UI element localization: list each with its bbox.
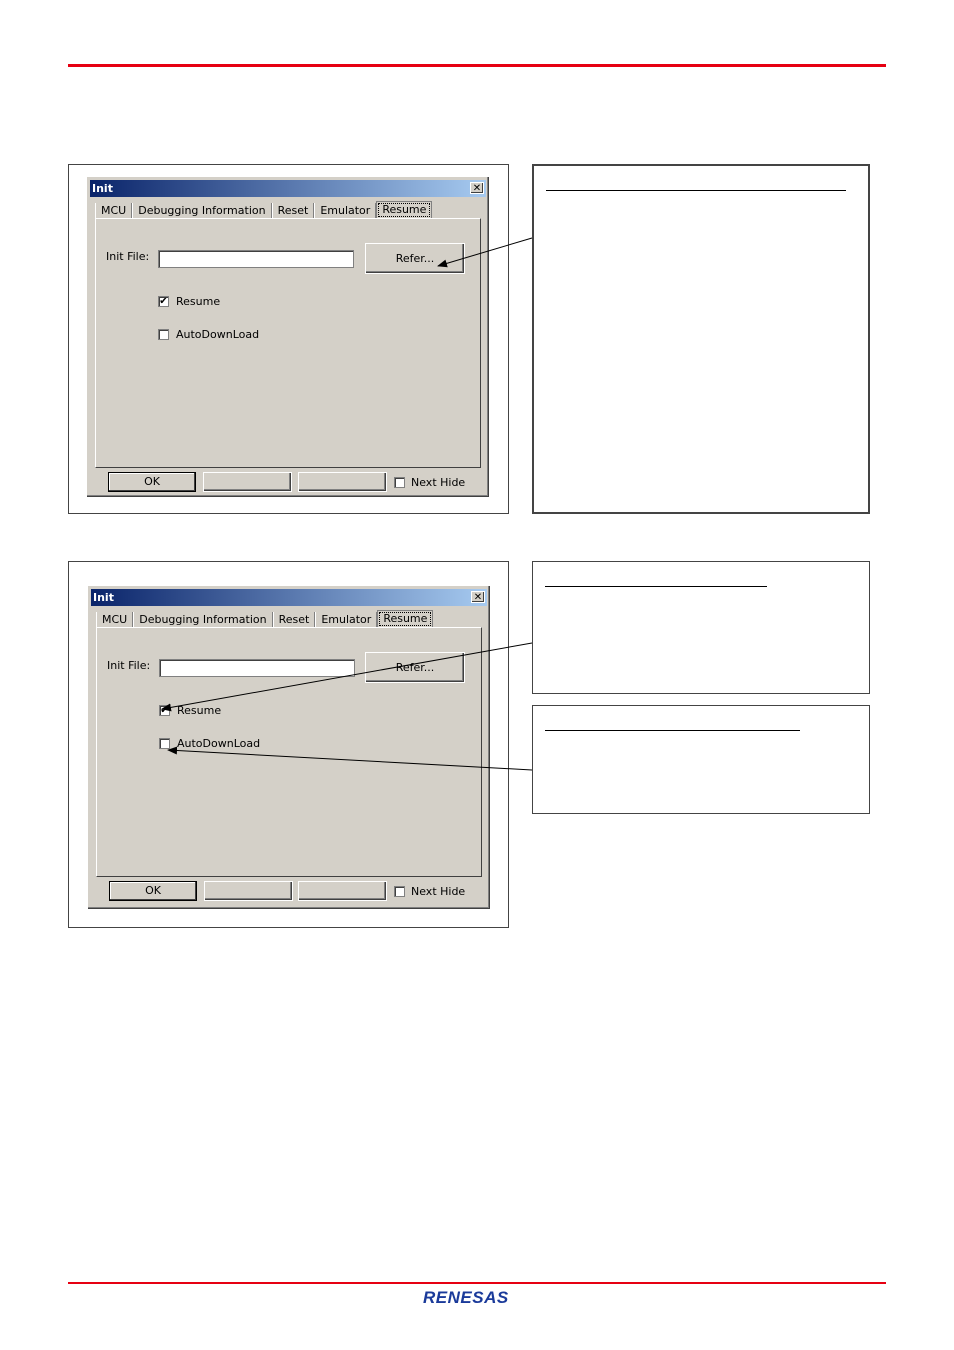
tab-mcu[interactable]: MCU <box>95 203 133 219</box>
checkmark-icon: ✔ <box>160 705 169 716</box>
close-icon[interactable]: ✕ <box>470 182 484 194</box>
tab-reset[interactable]: Reset <box>272 612 316 628</box>
resume-checkbox[interactable]: ✔ <box>159 705 170 716</box>
next-hide-checkbox[interactable] <box>394 886 405 897</box>
blank-button-2[interactable] <box>298 881 387 901</box>
next-hide-label: Next Hide <box>411 476 466 489</box>
callout-box-3 <box>532 705 870 814</box>
resume-label: Resume <box>177 704 222 717</box>
dialog-title: Init <box>93 591 114 604</box>
dialog-titlebar: Init ✕ <box>91 589 487 606</box>
init-file-input[interactable] <box>159 659 355 677</box>
refer-button[interactable]: Refer... <box>365 652 465 683</box>
autodownload-label: AutoDownLoad <box>177 737 261 750</box>
refer-button[interactable]: Refer... <box>365 243 465 274</box>
tab-strip: MCU Debugging Information Reset Emulator… <box>95 201 433 219</box>
dialog-title: Init <box>92 182 113 195</box>
tab-mcu[interactable]: MCU <box>96 612 134 628</box>
autodownload-checkbox[interactable] <box>159 738 170 749</box>
callout-underline <box>546 190 846 191</box>
tab-debugging-information[interactable]: Debugging Information <box>132 203 272 219</box>
checkmark-icon: ✔ <box>159 296 168 307</box>
tab-reset[interactable]: Reset <box>271 203 315 219</box>
next-hide-label: Next Hide <box>411 885 466 898</box>
blank-button-2[interactable] <box>298 472 387 492</box>
tab-emulator[interactable]: Emulator <box>315 612 378 628</box>
callout-box-2 <box>532 561 870 694</box>
resume-label: Resume <box>176 295 221 308</box>
init-file-label: Init File: <box>107 659 151 672</box>
ok-button[interactable]: OK <box>109 881 197 901</box>
init-file-input[interactable] <box>158 250 354 268</box>
init-file-label: Init File: <box>106 250 150 263</box>
init-dialog-1: Init ✕ MCU Debugging Information Reset E… <box>86 176 490 498</box>
header-rule <box>68 64 886 67</box>
autodownload-checkbox[interactable] <box>158 329 169 340</box>
tab-debugging-information[interactable]: Debugging Information <box>133 612 273 628</box>
tab-resume[interactable]: Resume <box>377 610 434 628</box>
next-hide-checkbox[interactable] <box>394 477 405 488</box>
blank-button-1[interactable] <box>203 472 292 492</box>
dialog-titlebar: Init ✕ <box>90 180 486 197</box>
init-dialog-2: Init ✕ MCU Debugging Information Reset E… <box>87 585 491 910</box>
renesas-logo: RENESAS <box>423 1288 509 1307</box>
tab-strip: MCU Debugging Information Reset Emulator… <box>96 610 434 628</box>
callout-underline <box>545 730 800 731</box>
blank-button-1[interactable] <box>204 881 293 901</box>
ok-button[interactable]: OK <box>108 472 196 492</box>
callout-underline <box>545 586 767 587</box>
tab-resume[interactable]: Resume <box>376 201 433 219</box>
close-icon[interactable]: ✕ <box>471 591 485 603</box>
autodownload-label: AutoDownLoad <box>176 328 260 341</box>
resume-checkbox[interactable]: ✔ <box>158 296 169 307</box>
tab-emulator[interactable]: Emulator <box>314 203 377 219</box>
footer-rule <box>68 1282 886 1284</box>
callout-box-1 <box>532 164 870 514</box>
